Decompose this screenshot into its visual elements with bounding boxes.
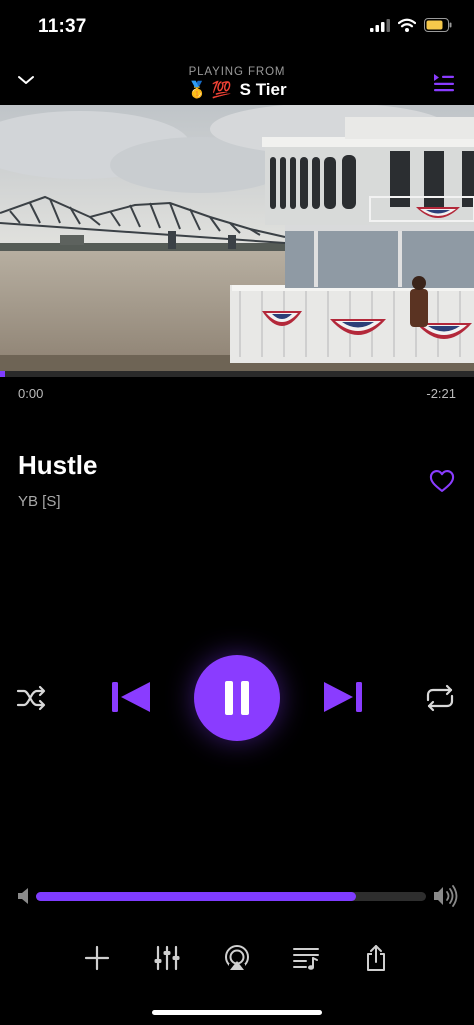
heart-icon	[429, 470, 455, 492]
signal-icon	[370, 18, 390, 32]
lyrics-button[interactable]	[292, 944, 320, 972]
repeat-icon	[426, 684, 454, 712]
airplay-button[interactable]	[223, 944, 251, 972]
track-progress-fill	[0, 371, 5, 377]
add-icon	[84, 945, 110, 971]
equalizer-icon	[154, 945, 180, 971]
lyrics-icon	[293, 948, 319, 970]
album-artwork	[0, 105, 474, 371]
share-icon	[367, 945, 385, 971]
airplay-icon	[225, 945, 249, 972]
song-title: Hustle	[18, 450, 98, 480]
pause-icon	[225, 681, 249, 715]
pause-button[interactable]	[194, 655, 280, 741]
volume-high-icon	[433, 884, 459, 908]
playlist-link[interactable]: 🥇 💯 S Tier	[0, 80, 474, 100]
status-time: 11:37	[38, 16, 87, 37]
favorite-button[interactable]	[428, 467, 456, 495]
playlist-name: S Tier	[239, 80, 287, 99]
skip-next-icon	[324, 682, 362, 712]
status-icons	[370, 18, 452, 32]
track-progress-bar[interactable]	[0, 371, 474, 377]
volume-slider[interactable]	[36, 892, 426, 901]
shuffle-icon	[16, 685, 46, 711]
repeat-button[interactable]	[422, 680, 458, 716]
time-elapsed: 0:00	[18, 386, 44, 401]
home-indicator[interactable]	[152, 1010, 322, 1015]
wifi-icon	[398, 18, 416, 32]
queue-icon	[434, 74, 454, 92]
next-button[interactable]	[318, 675, 370, 719]
volume-slider-fill	[36, 892, 356, 901]
battery-icon	[424, 18, 452, 32]
playing-from-label: PLAYING FROM	[188, 66, 286, 78]
share-button[interactable]	[362, 944, 390, 972]
equalizer-button[interactable]	[153, 944, 181, 972]
add-button[interactable]	[83, 944, 111, 972]
previous-button[interactable]	[104, 675, 156, 719]
shuffle-button[interactable]	[14, 680, 50, 716]
skip-previous-icon	[112, 682, 150, 712]
time-remaining: -2:21	[426, 386, 456, 401]
queue-button[interactable]	[432, 70, 456, 94]
volume-low-icon	[16, 886, 32, 906]
artist-name[interactable]: YB [S]	[18, 493, 61, 510]
playlist-emojis: 🥇 💯	[187, 82, 232, 99]
